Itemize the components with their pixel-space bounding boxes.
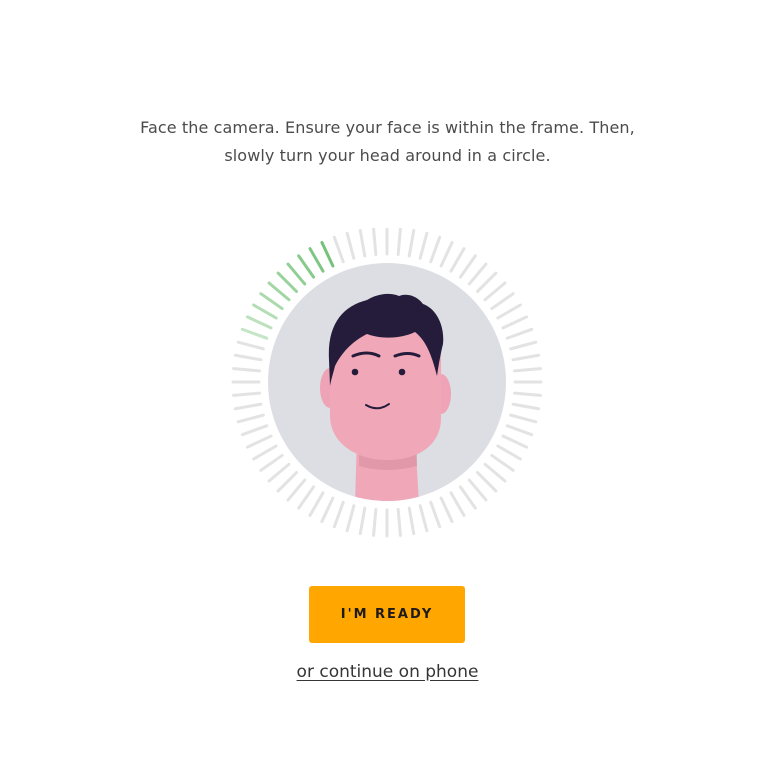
progress-tick: [232, 367, 261, 373]
progress-tick-complete: [286, 262, 307, 286]
progress-tick: [476, 271, 498, 293]
progress-tick-complete: [245, 315, 273, 330]
progress-tick-complete: [297, 254, 316, 279]
face-capture-screen: Face the camera. Ensure your face is wit…: [0, 0, 775, 763]
progress-tick: [407, 228, 416, 258]
progress-tick-complete: [276, 271, 298, 293]
progress-tick: [490, 453, 515, 472]
instruction-text: Face the camera. Ensure your face is wit…: [0, 114, 775, 170]
progress-tick: [513, 391, 542, 397]
progress-tick: [252, 444, 278, 461]
progress-tick: [483, 462, 507, 483]
continue-on-phone-container: or continue on phone: [0, 662, 775, 682]
progress-ring: [231, 228, 543, 538]
progress-tick: [245, 434, 273, 449]
progress-tick: [407, 506, 416, 536]
progress-tick: [429, 500, 442, 529]
progress-tick: [372, 508, 378, 537]
progress-tick: [418, 504, 429, 533]
continue-on-phone-link[interactable]: or continue on phone: [297, 662, 479, 682]
progress-tick: [458, 485, 477, 510]
progress-tick: [505, 327, 534, 340]
progress-tick-complete: [252, 303, 278, 320]
progress-tick: [501, 315, 529, 330]
progress-tick: [308, 491, 325, 517]
progress-tick: [509, 340, 538, 351]
progress-tick: [449, 491, 466, 517]
progress-tick: [286, 478, 307, 502]
progress-tick-complete: [308, 247, 325, 273]
progress-tick: [267, 462, 291, 483]
progress-tick-complete: [267, 281, 291, 302]
progress-tick: [501, 434, 529, 449]
progress-tick: [332, 235, 345, 264]
progress-tick: [345, 231, 356, 260]
progress-tick: [358, 228, 367, 258]
progress-tick: [505, 424, 534, 437]
progress-tick-complete: [259, 292, 284, 311]
progress-tick: [439, 240, 454, 268]
progress-tick: [467, 478, 488, 502]
instruction-line-2: slowly turn your head around in a circle…: [224, 146, 551, 165]
progress-tick: [511, 402, 541, 411]
instruction-line-1: Face the camera. Ensure your face is wit…: [140, 118, 635, 137]
progress-tick: [232, 391, 261, 397]
progress-tick: [467, 262, 488, 286]
progress-tick: [233, 353, 263, 362]
face-capture-frame: [227, 228, 547, 548]
progress-tick: [496, 303, 522, 320]
progress-tick: [429, 235, 442, 264]
progress-tick: [236, 340, 265, 351]
progress-tick: [483, 281, 507, 302]
progress-tick: [332, 500, 345, 529]
progress-tick-complete: [240, 327, 269, 340]
progress-tick-complete: [320, 240, 335, 268]
im-ready-button[interactable]: I'M READY: [309, 586, 465, 643]
progress-tick: [240, 424, 269, 437]
progress-tick: [233, 402, 263, 411]
progress-tick: [439, 496, 454, 524]
face-avatar-icon: [268, 263, 506, 501]
progress-tick: [476, 471, 498, 493]
progress-tick: [513, 367, 542, 373]
progress-tick: [345, 504, 356, 533]
progress-tick: [396, 508, 402, 537]
progress-tick: [320, 496, 335, 524]
progress-tick: [372, 228, 378, 256]
progress-tick: [396, 228, 402, 256]
progress-tick: [418, 231, 429, 260]
progress-tick: [259, 453, 284, 472]
progress-tick: [458, 254, 477, 279]
progress-tick: [236, 413, 265, 424]
progress-tick: [496, 444, 522, 461]
progress-tick: [490, 292, 515, 311]
progress-tick: [297, 485, 316, 510]
progress-tick: [511, 353, 541, 362]
progress-tick: [276, 471, 298, 493]
progress-tick: [449, 247, 466, 273]
progress-tick: [358, 506, 367, 536]
progress-tick: [509, 413, 538, 424]
